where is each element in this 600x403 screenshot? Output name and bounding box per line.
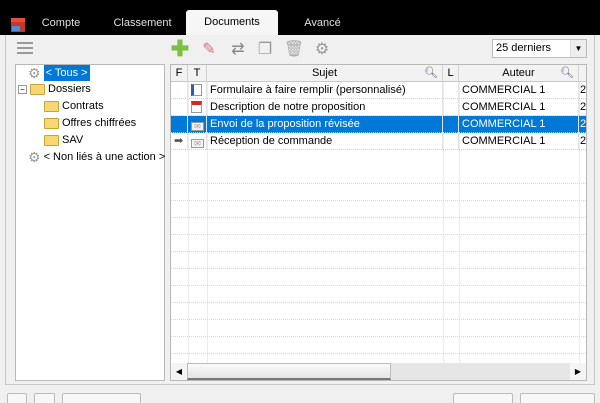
add-icon[interactable]: ✚: [171, 36, 189, 61]
column-header-subject[interactable]: Sujet 🔍︎: [207, 65, 443, 82]
email-icon: ✉: [188, 133, 207, 150]
gear-icon: ⚙: [28, 149, 41, 165]
cell-subject: Envoi de la proposition révisée: [207, 116, 443, 133]
row-divider: [171, 183, 586, 184]
tree-label: SAV: [62, 134, 84, 146]
arrow-right-icon: ➡: [174, 135, 184, 147]
cell-f: [171, 82, 188, 99]
cell-l: [443, 133, 459, 150]
search-icon[interactable]: 🔍︎: [424, 65, 438, 81]
cell-subject: Description de notre proposition: [207, 99, 443, 116]
tree-item-folder[interactable]: SAV: [44, 132, 83, 148]
table-row[interactable]: ✉ Envoi de la proposition révisée COMMER…: [171, 116, 586, 133]
cell-f: [171, 116, 188, 133]
tab-documents[interactable]: Documents: [186, 10, 278, 35]
column-header-author[interactable]: Auteur 🔍︎: [459, 65, 579, 82]
documents-grid: F T Sujet 🔍︎ L Auteur 🔍︎ Formulaire à fair…: [170, 64, 587, 381]
email-icon: ✉: [188, 116, 207, 133]
filter-dropdown[interactable]: 25 derniers ▼: [492, 39, 587, 58]
column-label: Sujet: [311, 67, 338, 79]
table-row[interactable]: Description de notre proposition COMMERC…: [171, 99, 586, 116]
tree-item-all[interactable]: ⚙ < Tous >: [28, 65, 90, 81]
cell-subject: Formulaire à faire remplir (personnalisé…: [207, 82, 443, 99]
app-logo-icon: [11, 18, 25, 32]
swap-icon[interactable]: ⇄: [229, 40, 247, 58]
cell-author: COMMERCIAL 1: [459, 82, 579, 99]
horizontal-scrollbar[interactable]: ◀ ▶: [171, 363, 586, 380]
bottom-button[interactable]: [34, 393, 55, 403]
settings-icon[interactable]: ⚙: [313, 40, 331, 58]
tab-classement[interactable]: Classement: [110, 12, 175, 35]
row-divider: [171, 336, 586, 337]
document-icon: [188, 99, 207, 116]
cell-author: COMMERCIAL 1: [459, 133, 579, 150]
bottom-button[interactable]: [62, 393, 141, 403]
tab-compte[interactable]: Compte: [36, 12, 86, 35]
row-divider: [171, 353, 586, 354]
row-divider: [171, 251, 586, 252]
tree-item-folder[interactable]: Offres chiffrées: [44, 115, 136, 131]
column-header-l[interactable]: L: [443, 65, 459, 82]
table-row[interactable]: ➡ ✉ Réception de commande COMMERCIAL 1 2: [171, 133, 586, 150]
cell-next: 2: [579, 82, 586, 99]
bottom-button[interactable]: [520, 393, 595, 403]
cell-author: COMMERCIAL 1: [459, 116, 579, 133]
row-divider: [171, 302, 586, 303]
column-header-f[interactable]: F: [171, 65, 188, 82]
folder-icon: [30, 83, 45, 95]
menu-icon[interactable]: [17, 42, 33, 54]
folder-icon: [44, 100, 59, 112]
tree-label: Offres chiffrées: [62, 117, 137, 129]
folder-icon: [44, 117, 59, 129]
collapse-icon[interactable]: −: [18, 84, 27, 94]
row-divider: [171, 285, 586, 286]
tree-label: Dossiers: [48, 83, 91, 95]
tree-item-dossiers[interactable]: − Dossiers: [18, 81, 91, 97]
tree-label: < Non liés à une action >: [43, 151, 166, 163]
cell-next: 2: [579, 99, 586, 116]
row-divider: [171, 319, 586, 320]
folder-tree: ⚙ < Tous > − Dossiers Contrats Offres chif…: [15, 64, 165, 381]
tree-label: Contrats: [62, 100, 104, 112]
tree-item-folder[interactable]: Contrats: [44, 98, 104, 114]
tab-avance[interactable]: Avancé: [300, 12, 345, 35]
cell-next: 2: [579, 116, 586, 133]
column-label: Auteur: [502, 67, 535, 79]
search-icon[interactable]: 🔍︎: [560, 65, 574, 81]
cell-l: [443, 116, 459, 133]
form-icon: [188, 82, 207, 99]
cell-l: [443, 82, 459, 99]
cell-f: ➡: [171, 133, 188, 150]
bottom-button[interactable]: [7, 393, 27, 403]
cell-f: [171, 99, 188, 116]
column-header-next[interactable]: [579, 65, 586, 82]
row-divider: [171, 200, 586, 201]
cell-next: 2: [579, 133, 586, 150]
tree-item-unlinked[interactable]: ⚙ < Non liés à une action >: [28, 149, 165, 165]
column-header-t[interactable]: T: [188, 65, 207, 82]
edit-icon[interactable]: ✎: [200, 40, 218, 58]
delete-icon[interactable]: 🗑: [284, 40, 304, 58]
table-row[interactable]: Formulaire à faire remplir (personnalisé…: [171, 82, 586, 99]
row-divider: [171, 234, 586, 235]
scrollbar-thumb[interactable]: [187, 363, 391, 380]
cell-author: COMMERCIAL 1: [459, 99, 579, 116]
tree-label: < Tous >: [43, 65, 90, 81]
folder-icon: [44, 134, 59, 146]
scroll-left-icon[interactable]: ◀: [171, 363, 187, 380]
top-bar: Compte Classement Documents Avancé: [0, 0, 600, 35]
row-divider: [171, 268, 586, 269]
copy-icon[interactable]: ❐: [256, 40, 274, 58]
filter-value: 25 derniers: [496, 42, 552, 54]
bottom-button[interactable]: [453, 393, 513, 403]
scroll-right-icon[interactable]: ▶: [570, 363, 586, 380]
cell-l: [443, 99, 459, 116]
cell-subject: Réception de commande: [207, 133, 443, 150]
gear-icon: ⚙: [28, 65, 41, 81]
chevron-down-icon[interactable]: ▼: [570, 40, 586, 57]
row-divider: [171, 217, 586, 218]
